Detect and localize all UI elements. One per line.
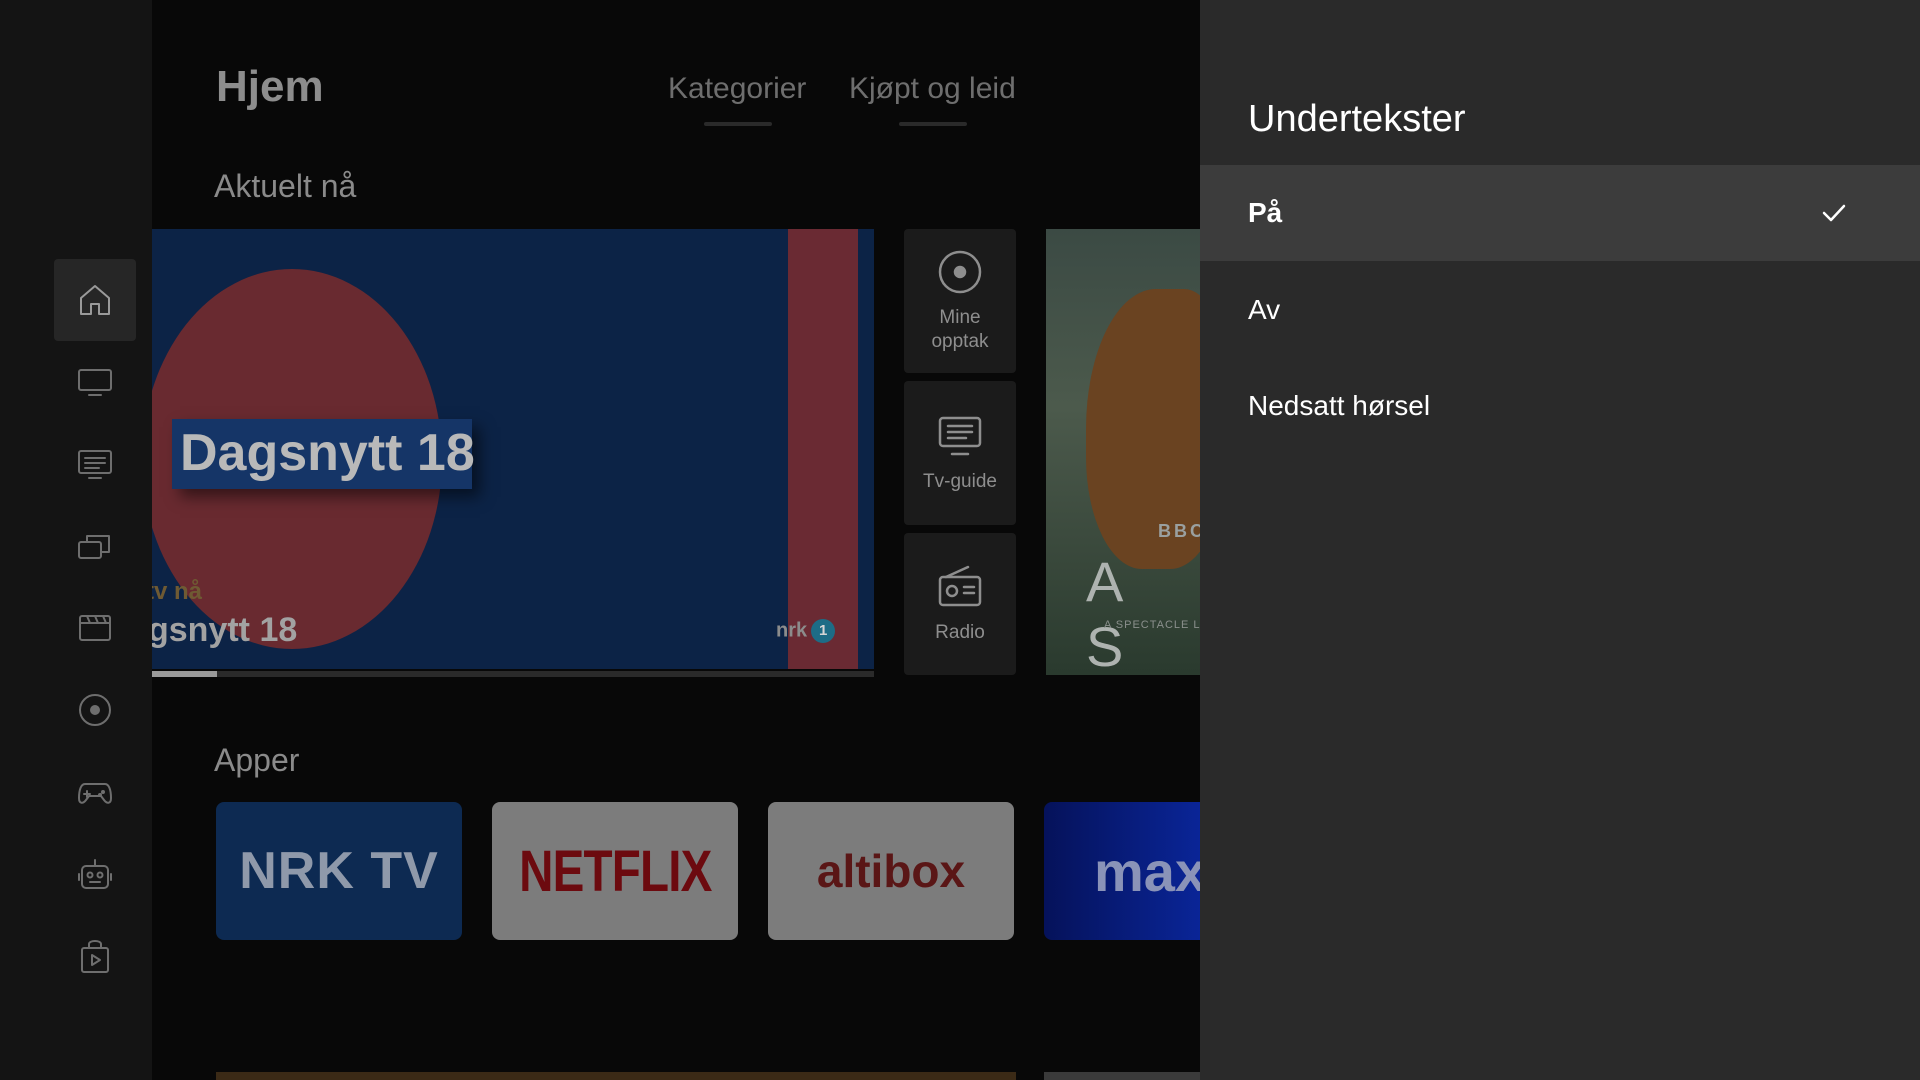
sidebar-item-games[interactable] [54, 751, 136, 833]
option-label: På [1248, 197, 1283, 228]
sidebar-item-tv[interactable] [54, 341, 136, 423]
next-row-preview [1044, 1072, 1200, 1080]
guide-icon [938, 416, 982, 456]
channel-logo: nrk 1 [776, 619, 836, 643]
app-root: Hjem Kategorier Kjøpt og leid Aktuelt nå… [0, 0, 1920, 1080]
tile-label: Mine opptak [931, 307, 989, 352]
tile-label: Tv-guide [923, 471, 997, 492]
poster-card[interactable]: BBC A S A SPECTACLE L [1046, 229, 1200, 675]
netflix-logo: NETFLIX [518, 838, 712, 904]
sidebar-item-film[interactable] [54, 587, 136, 669]
nrk-tv-logo: NRK TV [239, 842, 439, 900]
film-icon [79, 615, 111, 641]
radio-icon [938, 565, 982, 607]
hero-progress-bar [152, 671, 874, 677]
app-tile-max[interactable]: max [1044, 802, 1200, 940]
sidebar-item-recordings[interactable] [54, 669, 136, 751]
hero-live-label: tv nå [152, 578, 203, 605]
poster-brand: BBC [1158, 521, 1200, 541]
hero-artwork-stripe [788, 229, 858, 669]
app-tile-altibox[interactable]: altibox [768, 802, 1014, 940]
channel-number: 1 [811, 619, 836, 643]
hero-progress-fill [152, 671, 217, 677]
tile-radio[interactable]: Radio [904, 533, 1016, 675]
altibox-logo: altibox [816, 845, 966, 897]
store-icon [81, 940, 109, 973]
library-icon [78, 535, 110, 559]
tv-icon [78, 369, 112, 396]
tab-kjopt-og-leid[interactable]: Kjøpt og leid [849, 72, 1016, 106]
tile-label: Radio [935, 622, 985, 643]
next-row-preview [216, 1072, 1016, 1080]
sidebar-item-home[interactable] [54, 259, 136, 341]
tab-indicator [704, 122, 772, 126]
guide-icon [78, 450, 112, 479]
hero-show-title: gsnytt 18 [152, 611, 298, 649]
poster-subtitle: A SPECTACLE L [1104, 619, 1200, 631]
tab-indicator [899, 122, 967, 126]
poster-title: A S [1086, 550, 1148, 675]
subtitle-option-on[interactable]: På [1200, 165, 1920, 261]
kids-robot-icon [78, 859, 112, 889]
app-tile-netflix[interactable]: NETFLIX [492, 802, 738, 940]
home-icon [80, 285, 110, 315]
option-label: Nedsatt hørsel [1248, 390, 1431, 421]
gamepad-icon [78, 783, 112, 804]
section-title-current: Aktuelt nå [214, 168, 357, 204]
sidebar-item-guide[interactable] [54, 423, 136, 505]
subtitles-panel: Undertekster På Av Nedsatt hørsel [1200, 0, 1920, 1080]
sidebar-item-library[interactable] [54, 505, 136, 587]
option-label: Av [1248, 294, 1281, 325]
page-title: Hjem [216, 62, 324, 111]
app-tile-nrk-tv[interactable]: NRK TV [216, 802, 462, 940]
sidebar-item-store[interactable] [54, 915, 136, 997]
record-icon [938, 250, 982, 294]
sidebar-rail [0, 0, 152, 1080]
tile-mine-opptak[interactable]: Mine opptak [904, 229, 1016, 373]
hero-banner-text: Dagsnytt 18 [180, 424, 475, 482]
sidebar-item-kids[interactable] [54, 833, 136, 915]
tab-kategorier[interactable]: Kategorier [668, 72, 806, 106]
section-title-apps: Apper [214, 742, 300, 778]
hero-card[interactable]: Dagsnytt 18 tv nå gsnytt 18 nrk1 [152, 229, 874, 669]
subtitle-option-hearing-impaired[interactable]: Nedsatt hørsel [1200, 358, 1920, 454]
max-logo: max [1094, 839, 1200, 903]
tile-tv-guide[interactable]: Tv-guide [904, 381, 1016, 525]
subtitle-option-off[interactable]: Av [1200, 262, 1920, 358]
channel-logo-text: nrk [776, 619, 808, 642]
record-icon [79, 694, 111, 726]
check-icon [1820, 199, 1848, 227]
home-content: Hjem Kategorier Kjøpt og leid Aktuelt nå… [152, 0, 1200, 1080]
panel-title: Undertekster [1248, 98, 1466, 140]
